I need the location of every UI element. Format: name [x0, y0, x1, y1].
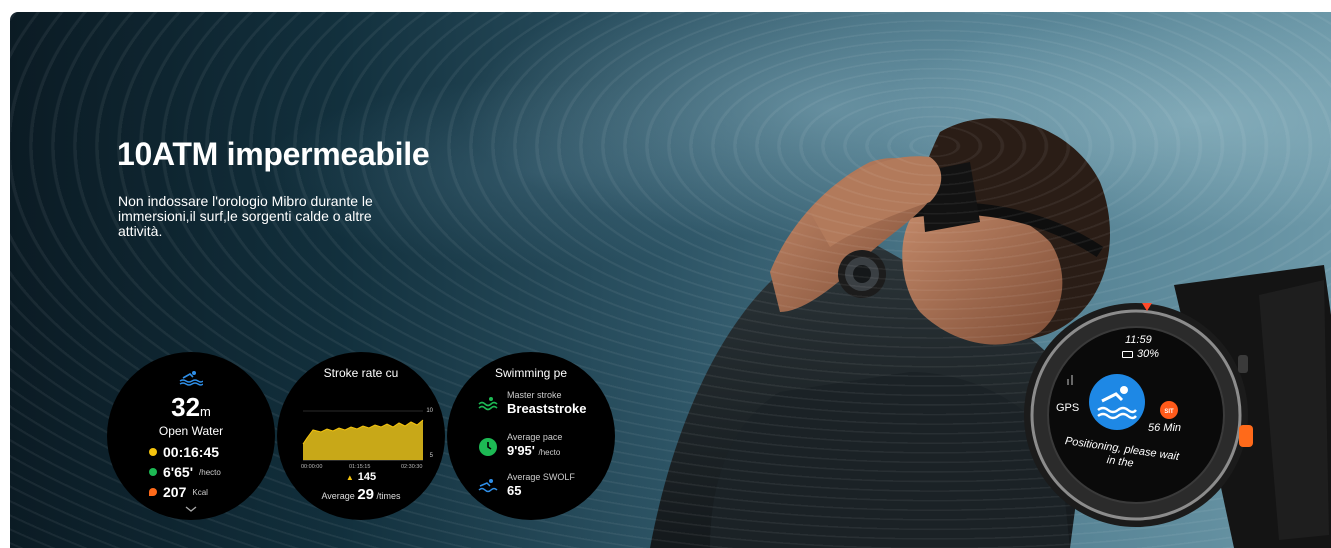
- pace-row: 6'65' /hecto: [149, 464, 221, 480]
- duration-value: 00:16:45: [163, 444, 220, 460]
- master-stroke-row: Master stroke Breaststroke: [477, 390, 587, 416]
- stroke-rate-plot: 10 5 00:00:00 01:15:15 02:30:30: [301, 408, 434, 470]
- watch-sit-minutes: 56 Min: [1148, 422, 1182, 434]
- swolf-icon: [478, 479, 498, 493]
- battery-icon: [1122, 350, 1133, 358]
- average-swolf-label: Average SWOLF: [507, 472, 575, 482]
- duration-row: 00:16:45: [149, 444, 219, 460]
- average-pace-value-row: 9'95' /hecto: [507, 443, 562, 460]
- average-pace-row: Average pace 9'95' /hecto: [477, 432, 562, 460]
- sit-badge-label: SIT: [1164, 409, 1174, 415]
- watch-battery: 30%: [1122, 348, 1159, 360]
- x-label-end: 02:30:30: [401, 464, 422, 470]
- pace-value: 6'65': [163, 464, 194, 480]
- peak-row: ▲ 145: [277, 471, 445, 483]
- average-swolf-row: Average SWOLF 65: [477, 472, 575, 498]
- y-max-label: 10: [426, 408, 433, 414]
- calories-unit: Kcal: [192, 487, 208, 497]
- swim-icon: [179, 371, 203, 386]
- watch-side-button: [1238, 355, 1248, 373]
- stroke-rate-title: Stroke rate cu: [323, 366, 399, 380]
- distance-value: 32m: [171, 392, 211, 422]
- watch-crown-button: [1239, 425, 1253, 447]
- battery-value: 30%: [1137, 348, 1160, 360]
- y-mid-label: 5: [430, 453, 434, 459]
- description: Non indossare l'orologio Mibro durante l…: [118, 193, 373, 239]
- performance-title: Swimming pe: [494, 366, 568, 380]
- average-pace-label: Average pace: [507, 432, 563, 442]
- pace-icon: [149, 468, 157, 476]
- average-unit: /times: [376, 491, 401, 501]
- watch-face-stroke-rate: Stroke rate cu 10 5 00:00:00 01:15:15 02…: [277, 352, 445, 520]
- average-row: Average 29 /times: [277, 486, 445, 503]
- stopwatch-icon: [149, 448, 157, 456]
- watch-face-open-water: 32m Open Water 00:16:45 6'65' /hecto 207…: [107, 352, 275, 520]
- swim-mode-icon: [1089, 374, 1145, 430]
- calories-row: 207 Kcal: [149, 484, 208, 500]
- watch-face-swimming-performance: Swimming pe Master stroke Breaststroke A…: [447, 352, 615, 520]
- master-stroke-value: Breaststroke: [507, 401, 587, 416]
- distance-unit: m: [200, 404, 211, 419]
- flame-icon: [149, 488, 157, 496]
- master-stroke-label: Master stroke: [507, 390, 562, 400]
- x-label-mid: 01:15:15: [349, 464, 370, 470]
- x-label-start: 00:00:00: [301, 464, 322, 470]
- average-swolf-value: 65: [507, 483, 522, 498]
- average-pace-value: 9'95': [507, 443, 535, 458]
- headline: 10ATM impermeabile: [117, 136, 430, 172]
- average-label: Average: [321, 491, 355, 501]
- breaststroke-icon: [478, 397, 498, 411]
- clock-icon: [479, 438, 497, 456]
- chevron-down-icon: [185, 506, 197, 512]
- triangle-up-icon: ▲: [345, 473, 354, 482]
- average-pace-unit: /hecto: [538, 448, 561, 457]
- peak-value: 145: [357, 471, 377, 483]
- watch-time: 11:59: [1125, 334, 1152, 346]
- average-value: 29: [357, 486, 375, 503]
- pace-unit: /hecto: [199, 467, 221, 477]
- watch-gps-label: GPS: [1056, 402, 1080, 414]
- calories-value: 207: [163, 484, 187, 500]
- swim-mode: Open Water: [158, 424, 224, 438]
